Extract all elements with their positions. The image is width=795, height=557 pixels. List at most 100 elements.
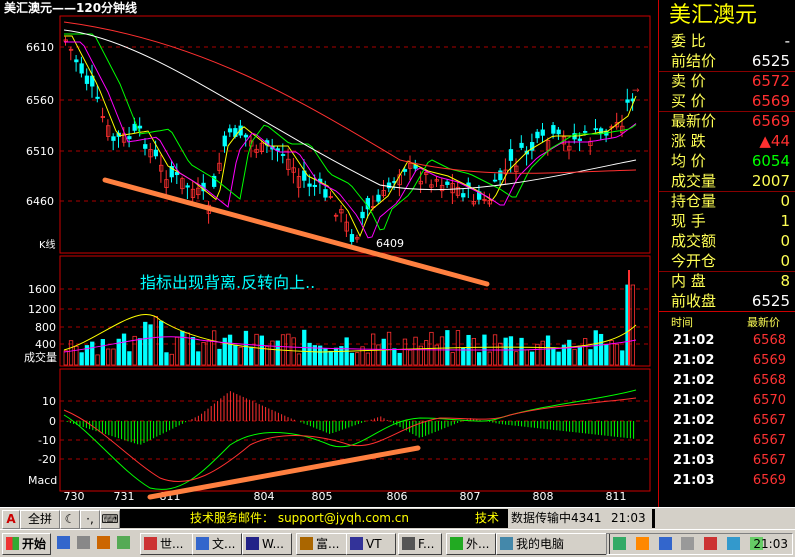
volume-bar <box>567 339 572 366</box>
windows-logo-icon <box>6 537 19 550</box>
macd-label: Macd <box>28 474 57 487</box>
volume-bar <box>143 321 148 366</box>
volume-bar <box>450 352 455 366</box>
candle-body <box>461 193 466 198</box>
my-computer-button[interactable]: 我的电脑 <box>496 533 610 555</box>
quick-launch-icon[interactable] <box>57 536 70 549</box>
quick-launch-icon[interactable] <box>97 536 110 549</box>
ime-moon-icon[interactable]: ☾ <box>60 510 80 529</box>
volume-bar <box>408 349 413 366</box>
taskbar-item[interactable]: 外... <box>446 533 496 555</box>
tick-row: 21:02 6569 <box>659 351 795 371</box>
start-label: 开始 <box>22 537 47 551</box>
price-tick-label: 6460 <box>26 195 54 208</box>
quote-value: 0 <box>780 232 790 250</box>
tick-time: 21:02 <box>673 333 715 348</box>
candle-body <box>376 194 381 202</box>
price-tick-label: 6510 <box>26 145 54 158</box>
tray-security-icon[interactable] <box>704 537 718 550</box>
quick-launch-icon[interactable] <box>117 536 130 549</box>
volume-bar <box>556 351 561 366</box>
latest-price-marker-icon: → <box>632 86 640 96</box>
ime-punct-icon[interactable]: ·, <box>80 510 100 529</box>
quote-value: - <box>784 32 790 50</box>
taskbar-app-icon <box>350 537 363 550</box>
quote-row: 成交额 0 <box>659 231 795 251</box>
quote-row: 成交量 2007 <box>659 171 795 191</box>
volume-bar <box>461 347 466 366</box>
candle-body <box>127 136 132 140</box>
date-label: 808 <box>533 490 554 503</box>
volume-bar <box>476 352 482 366</box>
ime-a-button[interactable]: A <box>2 510 20 529</box>
taskbar-item-label: W... <box>262 537 284 551</box>
quote-row: 均 价 6054 <box>659 151 795 171</box>
candle-body <box>349 234 355 242</box>
candle-body <box>227 128 233 133</box>
candle-body <box>111 136 116 141</box>
volume-bar <box>201 341 206 366</box>
candle-body <box>540 129 545 136</box>
volume-bar <box>100 339 105 366</box>
date-label: 731 <box>114 490 135 503</box>
ime-fullpinyin-button[interactable]: 全拼 <box>20 510 60 529</box>
taskbar-item[interactable]: VT <box>346 533 396 555</box>
taskbar-item-label: VT <box>366 537 382 551</box>
taskbar-item[interactable]: W... <box>242 533 292 555</box>
tick-time: 21:02 <box>673 393 715 408</box>
volume-bar <box>333 347 339 366</box>
taskbar-item-label: 文... <box>212 537 236 551</box>
volume-bar <box>196 351 201 366</box>
volume-bar <box>577 345 582 366</box>
candle-body <box>556 129 561 135</box>
start-button[interactable]: 开始 <box>2 533 51 555</box>
quote-label: 买 价 <box>671 92 706 110</box>
chart-area[interactable]: 6610 6560 6510 6460 K线 1600 1200 800 400成交量 10 0 -1… <box>0 0 658 507</box>
quote-row: 前结价 6525 <box>659 51 795 71</box>
volume-bar <box>307 342 312 366</box>
date-label: 730 <box>64 490 85 503</box>
quote-panel: 美汇澳元 委 比 - 前结价 6525 卖 价 6572 买 价 6569 最新价 6569 涨 跌… <box>658 0 795 507</box>
candle-body <box>577 138 582 141</box>
volume-bar <box>286 333 291 366</box>
tray-ime-icon[interactable] <box>635 537 649 550</box>
volume-bar <box>249 346 254 366</box>
volume-bar <box>270 340 275 366</box>
volume-bar <box>381 338 386 366</box>
candle-body <box>365 198 371 210</box>
taskbar-item[interactable]: 文... <box>192 533 242 555</box>
taskbar-app-icon <box>144 537 157 550</box>
price-tick-label: 6560 <box>26 94 54 107</box>
ma-line-green <box>64 33 637 231</box>
tick-time: 21:02 <box>673 413 715 428</box>
volume-bar <box>487 351 492 366</box>
quote-label: 今开仓 <box>671 252 717 270</box>
tray-misc-icon[interactable] <box>727 537 741 550</box>
support-email-text: 技术服务邮件： support@jyqh.com.cn <box>190 511 410 525</box>
taskbar-item[interactable]: F... <box>398 533 442 555</box>
tray-clock: 21:03 <box>753 537 788 551</box>
divergence-trendline-price <box>102 177 490 287</box>
ime-keyboard-icon[interactable]: ⌨ <box>100 510 120 529</box>
quote-label: 前结价 <box>671 52 717 70</box>
tick-price: 6568 <box>752 373 786 388</box>
volume-bar <box>312 345 318 366</box>
volume-bar <box>402 338 408 366</box>
candle-body <box>153 149 159 157</box>
volume-bar <box>630 284 635 366</box>
quick-launch-icon[interactable] <box>77 536 90 549</box>
volume-bar <box>349 352 355 366</box>
volume-bar <box>614 343 620 366</box>
volume-bar <box>106 348 111 366</box>
tick-price: 6567 <box>752 413 786 428</box>
volume-bar <box>148 324 153 366</box>
taskbar-item-label: 外... <box>466 537 490 551</box>
candle-body <box>79 63 84 74</box>
tray-volume-icon[interactable] <box>681 537 695 550</box>
tray-app-icon[interactable] <box>658 537 672 550</box>
tray-network-icon[interactable] <box>613 537 626 550</box>
volume-bar <box>137 338 143 366</box>
volume-bar <box>598 333 604 366</box>
taskbar-item[interactable]: 富... <box>296 533 350 555</box>
volume-bar <box>551 347 556 366</box>
